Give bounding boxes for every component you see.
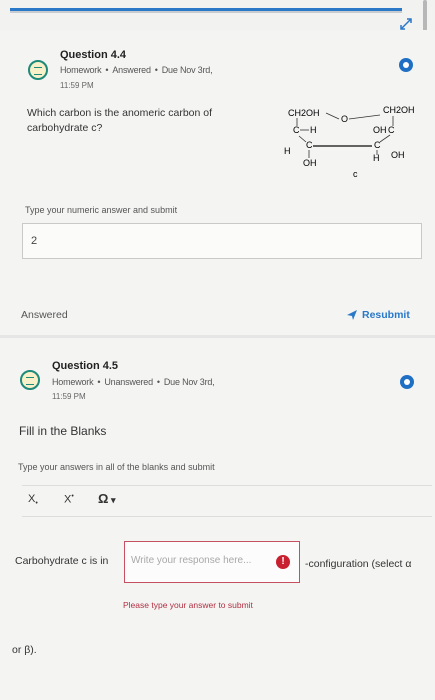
structure-c5: C: [293, 125, 300, 135]
numeric-answer-value: 2: [31, 235, 38, 247]
question-due-time: 11:59 PM: [52, 392, 86, 401]
question-prompt: Which carbon is the anomeric carbon of c…: [27, 107, 213, 134]
blank-suffix-continuation: or β).: [12, 644, 37, 656]
structure-h-right-bottom: H: [373, 153, 380, 163]
structure-oh-top: OH: [373, 125, 387, 135]
omega-icon: Ω: [98, 491, 109, 506]
structure-c6: CH2OH: [288, 108, 320, 118]
question-list-icon: [28, 60, 48, 80]
subscript-button[interactable]: X•: [28, 493, 38, 507]
question-title: Question 4.5: [52, 360, 119, 372]
question-instruction: Type your numeric answer and submit: [25, 205, 178, 215]
question-instruction: Type your answers in all of the blanks a…: [18, 462, 215, 472]
question-nav-indicator[interactable]: [400, 375, 414, 389]
structure-c4: C: [306, 140, 313, 150]
structure-caption: c: [353, 169, 358, 179]
fill-in-blank-input[interactable]: Write your response here...: [124, 541, 300, 583]
question-list-icon: [20, 370, 40, 390]
fill-in-blank-placeholder: Write your response here...: [131, 555, 252, 566]
special-characters-button[interactable]: Ω ▾: [98, 491, 115, 506]
question-due: Due Nov 3rd,: [163, 377, 215, 387]
error-message: Please type your answer to submit: [123, 600, 253, 610]
send-icon: [347, 310, 357, 320]
numeric-answer-input[interactable]: 2: [22, 223, 422, 259]
structure-c3: C: [374, 140, 381, 150]
question-title: Question 4.4: [60, 49, 127, 61]
question-type: Homework: [52, 377, 94, 387]
blank-suffix-text: -configuration (select α: [305, 558, 412, 570]
progress-bar-track: [10, 11, 402, 13]
resubmit-button[interactable]: Resubmit: [346, 309, 410, 321]
superscript-button[interactable]: X•: [64, 493, 74, 506]
question-nav-indicator[interactable]: [399, 58, 413, 72]
chevron-down-icon: ▾: [108, 495, 116, 505]
question-due: Due Nov 3rd,: [161, 65, 213, 75]
blank-prefix-text: Carbohydrate c is in: [15, 555, 109, 567]
formatting-toolbar: X• X• Ω ▾: [22, 485, 432, 517]
structure-ring-o: O: [341, 114, 348, 124]
question-card-4-5: Question 4.5 Homework • Unanswered • Due Nov…: [0, 338, 435, 700]
answered-status: Answered: [21, 309, 68, 321]
carbohydrate-structure-diagram: CH2OH CH2OH O C H H C OH OH C C OH H c: [284, 105, 415, 179]
structure-oh-right: OH: [391, 150, 405, 160]
structure-c2: C: [388, 125, 395, 135]
structure-h-left: H: [284, 146, 291, 156]
question-type: Homework: [60, 65, 102, 75]
question-status: Answered: [112, 65, 151, 75]
question-meta: Homework • Unanswered • Due Nov 3rd,: [52, 377, 215, 387]
question-card-4-4: Question 4.4 Homework • Answered • Due Nov 3…: [0, 30, 435, 335]
question-meta: Homework • Answered • Due Nov 3rd,: [60, 65, 213, 75]
structure-c1: CH2OH: [383, 105, 415, 115]
question-due-time: 11:59 PM: [60, 81, 94, 90]
structure-h-right-top: H: [310, 125, 317, 135]
resubmit-label: Resubmit: [362, 309, 410, 321]
error-icon: !: [276, 555, 290, 569]
structure-oh-left: OH: [303, 158, 317, 168]
question-status: Unanswered: [104, 377, 153, 387]
question-prompt: Fill in the Blanks: [19, 424, 107, 438]
